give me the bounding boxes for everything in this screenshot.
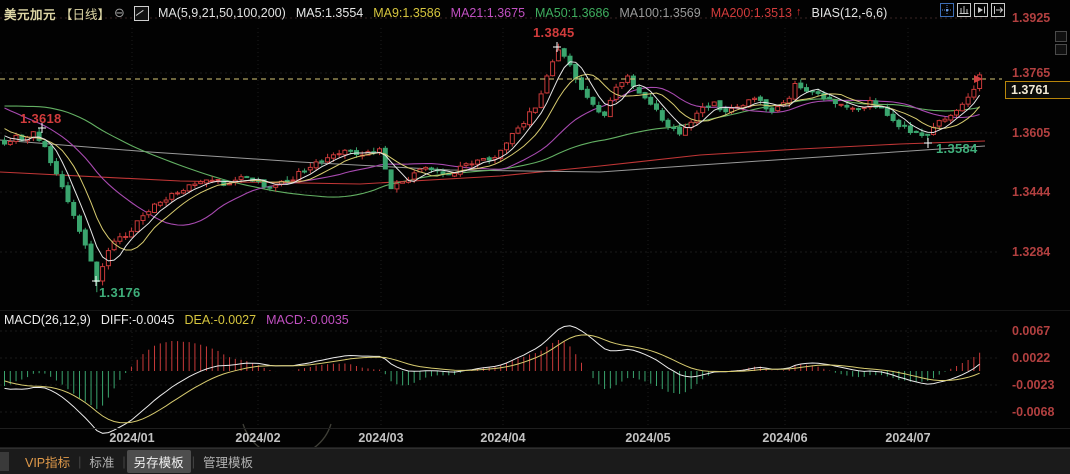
template-tab[interactable]: 另存模板 (126, 450, 191, 473)
macd-legend-item: DIFF:-0.0045 (100, 313, 175, 327)
price-axis-label: 1.3605 (1012, 126, 1051, 140)
price-axis-label: 1.3444 (1012, 185, 1051, 199)
panel-toggle-top-icon[interactable] (1055, 31, 1067, 42)
macd-header: MACD(26,12,9) DIFF:-0.0045 DEA:-0.0027 MACD… (4, 313, 349, 327)
x-axis-label: 2024/04 (480, 431, 526, 445)
ma200-up-arrow-icon: ↑ (796, 6, 802, 18)
macd-axis-label: -0.0068 (1012, 405, 1055, 419)
macd-legend-item: MACD:-0.0035 (266, 313, 349, 327)
indicator-legend-item: MA5:1.3554 (295, 6, 364, 20)
indicator-legend-item: MA50:1.3686 (535, 6, 610, 20)
template-tabbar: VIP指标 | 标准 | 另存模板 | 管理模板 (0, 448, 1070, 474)
macd-axis-label: 0.0022 (1012, 351, 1051, 365)
macd-axis-label: -0.0023 (1012, 378, 1055, 392)
crosshair-icon[interactable] (940, 3, 954, 17)
price-annotation: 1.3618 (20, 111, 62, 126)
symbol-name: 美元加元 (4, 7, 57, 22)
price-axis-label: 1.3284 (1012, 245, 1051, 259)
tab-separator: | (191, 454, 195, 469)
price-annotation: 1.3845 (533, 25, 575, 40)
last-price-tag: 1.3761 (1005, 81, 1070, 99)
macd-legend-item: MACD(26,12,9) (4, 313, 91, 327)
tabbar-handle[interactable] (0, 452, 9, 471)
indicator-legend-item: MA9:1.3586 (373, 6, 441, 20)
chart-header: 美元加元 【日线】 ⊖ MA(5,9,21,50,100,200) MA5:1.3… (4, 0, 887, 26)
tab-separator: | (122, 454, 126, 469)
x-axis-label: 2024/05 (625, 431, 671, 445)
price-annotation: 1.3584 (936, 141, 978, 156)
panel-toggle-bottom-icon[interactable] (1055, 44, 1067, 55)
indicator-pane-icon[interactable] (957, 3, 971, 17)
x-axis-label: 2024/07 (885, 431, 931, 445)
chart-toolbar (940, 3, 1005, 17)
macd-legend-item: DEA:-0.0027 (184, 313, 257, 327)
indicator-legend-item: MA100:1.3569 (619, 6, 701, 20)
x-axis-label: 2024/06 (762, 431, 808, 445)
chart-thumbnail-icon[interactable] (133, 5, 149, 21)
price-annotation: 1.3176 (99, 285, 141, 300)
template-tab[interactable]: 管理模板 (196, 450, 260, 473)
template-tab[interactable]: VIP指标 (18, 450, 77, 473)
x-axis-label: 2024/01 (109, 431, 155, 445)
template-tab[interactable]: 标准 (82, 450, 121, 473)
price-axis-label: 1.3925 (1012, 11, 1051, 25)
collapse-icon[interactable]: ⊖ (114, 5, 125, 21)
indicator-legend-item: MA200:1.3513 (710, 6, 792, 20)
chart-panel: 美元加元 【日线】 ⊖ MA(5,9,21,50,100,200) MA5:1.3… (0, 0, 1070, 474)
x-axis-label: 2024/03 (358, 431, 404, 445)
indicator-legend-item: BIAS(12,-6,6) (811, 6, 888, 20)
exit-pane-icon[interactable] (991, 3, 1005, 17)
panel-divider (0, 310, 1070, 311)
indicator-legend-item: MA21:1.3675 (450, 6, 526, 20)
candlestick-chart[interactable] (0, 0, 1070, 473)
period-label: 【日线】 (60, 7, 111, 22)
axis-divider-top (0, 428, 1070, 429)
price-axis-label: 1.3765 (1012, 66, 1051, 80)
tab-separator: | (78, 454, 82, 469)
play-pane-icon[interactable] (974, 3, 988, 17)
macd-axis-label: 0.0067 (1012, 324, 1051, 338)
indicator-legend-item: MA(5,9,21,50,100,200) (157, 6, 286, 20)
x-axis-label: 2024/02 (235, 431, 281, 445)
